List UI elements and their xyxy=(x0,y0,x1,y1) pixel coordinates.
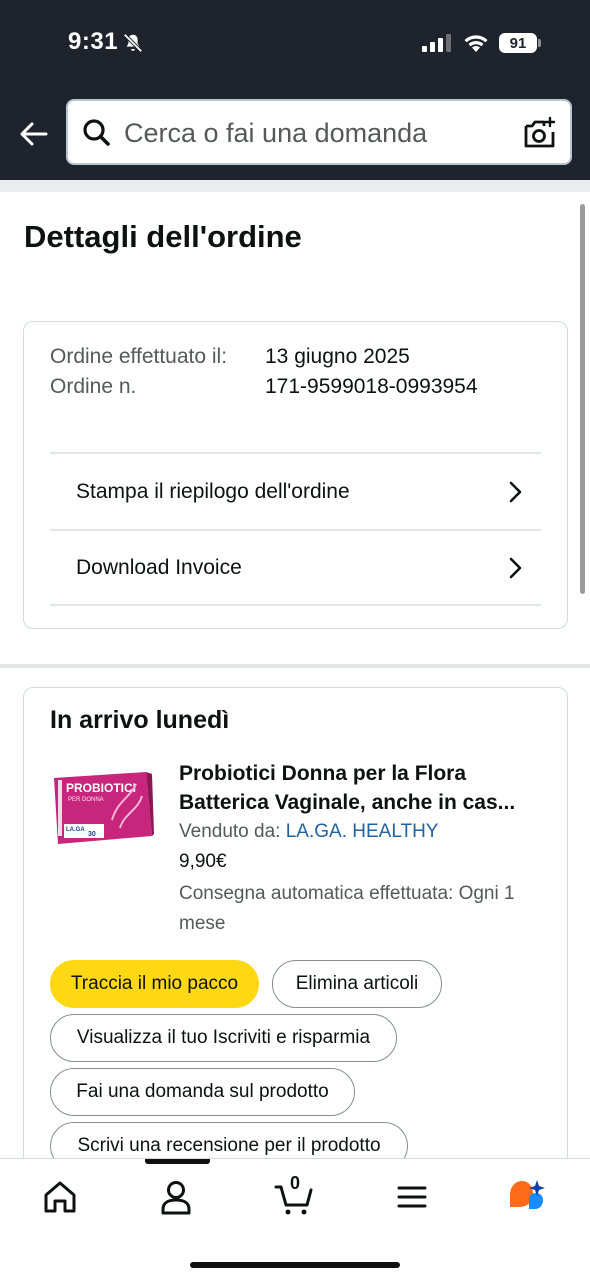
seller-link[interactable]: LA.GA. HEALTHY xyxy=(286,821,439,842)
account-icon[interactable] xyxy=(156,1177,196,1217)
order-date-label: Ordine effettuato il: xyxy=(50,345,228,368)
auto-delivery-info: Consegna automatica effettuata: Ogni 1 m… xyxy=(179,883,515,934)
home-indicator xyxy=(190,1262,400,1268)
order-details-content: Dettagli dell'ordine Ordine effettuato i… xyxy=(0,192,590,1158)
order-meta-labels: Ordine effettuato il: Ordine n. xyxy=(50,342,240,402)
search-bar[interactable] xyxy=(66,99,572,165)
order-info-card: Ordine effettuato il: Ordine n. 13 giugn… xyxy=(23,321,568,629)
menu-icon[interactable] xyxy=(392,1177,432,1217)
product-image-brand: PROBIOTICI xyxy=(66,781,136,795)
sold-by-label: Venduto da: xyxy=(179,821,281,842)
order-date-value: 13 giugno 2025 xyxy=(265,345,410,368)
section-divider xyxy=(0,664,590,668)
search-icon xyxy=(83,119,110,146)
battery-indicator: 91 xyxy=(499,33,537,53)
rufus-assistant-icon[interactable] xyxy=(507,1177,547,1217)
write-review-button[interactable]: Scrivi una recensione per il prodotto xyxy=(50,1122,408,1158)
order-number-value: 171-9599018-0993954 xyxy=(265,375,478,398)
battery-tip xyxy=(538,39,541,47)
wifi-icon xyxy=(464,35,488,52)
active-tab-indicator xyxy=(145,1159,210,1164)
track-package-button[interactable]: Traccia il mio pacco xyxy=(50,960,259,1008)
product-image-maker: LA.GA xyxy=(66,827,85,833)
chevron-right-icon xyxy=(509,557,522,578)
chevron-right-icon xyxy=(509,481,522,502)
search-input[interactable] xyxy=(124,113,504,153)
product-price: 9,90€ xyxy=(179,851,227,872)
home-icon[interactable] xyxy=(40,1177,80,1217)
product-image-sub: PER DONNA xyxy=(68,797,104,803)
status-time: 9:31 xyxy=(68,28,119,55)
product-title-link[interactable]: Probiotici Donna per la Flora Batterica … xyxy=(179,759,549,817)
bell-off-icon xyxy=(123,33,143,53)
subscribe-save-button[interactable]: Visualizza il tuo Iscriviti e risparmia xyxy=(50,1014,397,1062)
download-invoice-row[interactable]: Download Invoice xyxy=(50,529,541,606)
back-arrow-icon[interactable] xyxy=(16,116,52,152)
ask-question-button[interactable]: Fai una domanda sul prodotto xyxy=(50,1068,355,1116)
page-title: Dettagli dell'ordine xyxy=(24,219,302,254)
cellular-signal-icon xyxy=(422,34,451,52)
shipment-card: In arrivo lunedì PROBIOTICI PER DONNA LA… xyxy=(23,687,568,1158)
delivery-status-title: In arrivo lunedì xyxy=(50,706,230,734)
print-summary-label: Stampa il riepilogo dell'ordine xyxy=(76,479,350,503)
delete-items-button[interactable]: Elimina articoli xyxy=(272,960,442,1008)
cart-count: 0 xyxy=(290,1173,301,1193)
order-number-label: Ordine n. xyxy=(50,375,137,398)
sold-by: Venduto da: LA.GA. HEALTHY xyxy=(179,821,438,843)
print-summary-row[interactable]: Stampa il riepilogo dell'ordine xyxy=(50,452,541,529)
scrollbar[interactable] xyxy=(580,204,585,594)
camera-search-icon[interactable] xyxy=(522,115,558,151)
product-image[interactable]: PROBIOTICI PER DONNA LA.GA 30 xyxy=(50,770,154,846)
product-image-count: 30 xyxy=(88,831,96,838)
download-invoice-label: Download Invoice xyxy=(76,555,242,579)
top-bar: 9:31 91 xyxy=(0,0,590,180)
